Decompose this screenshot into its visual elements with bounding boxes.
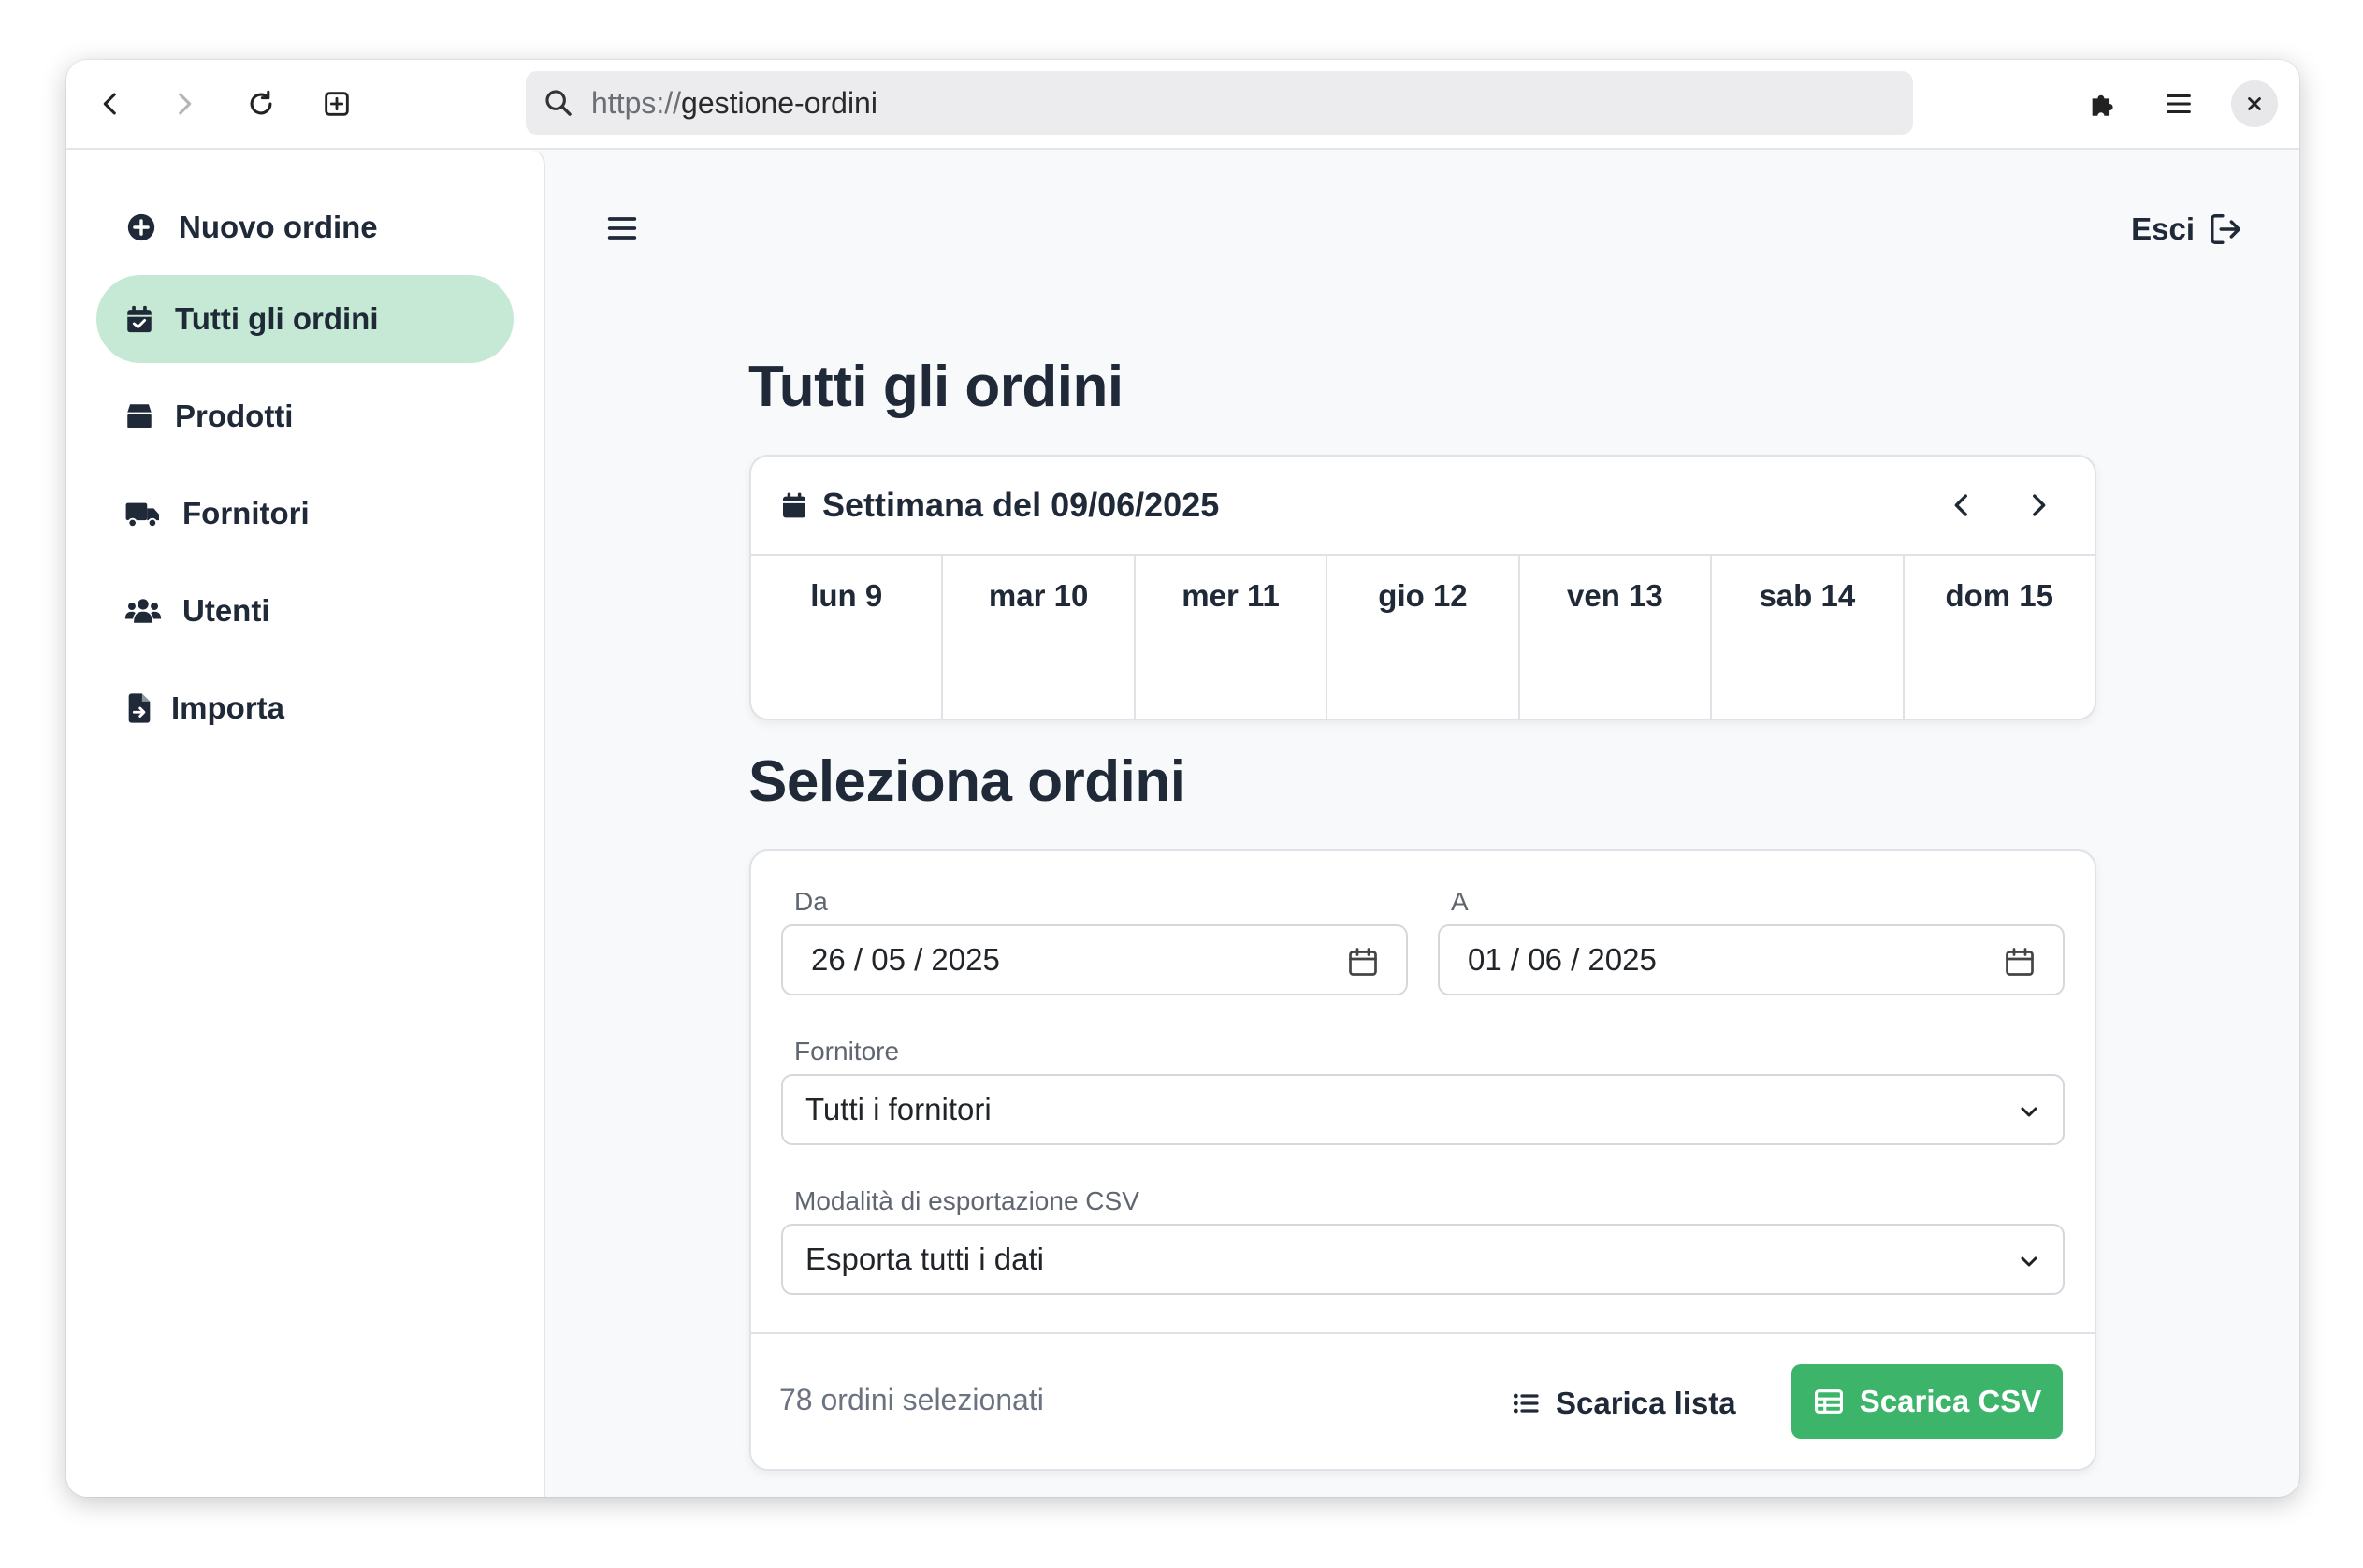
from-date-input[interactable]: 26 / 05 / 2025 xyxy=(781,924,1408,995)
table-icon xyxy=(1814,1389,1843,1414)
sidebar-item-tutti-gli-ordini[interactable]: Tutti gli ordini xyxy=(96,275,514,363)
download-list-button[interactable]: Scarica lista xyxy=(1511,1366,1736,1441)
supplier-select[interactable]: Tutti i fornitori xyxy=(781,1074,2065,1145)
sidebar-item-label: Prodotti xyxy=(175,399,294,433)
list-icon xyxy=(1513,1393,1539,1414)
new-tab-button[interactable] xyxy=(313,80,360,127)
day-cell[interactable]: sab 14 xyxy=(1712,556,1905,719)
supplier-label: Fornitore xyxy=(794,1037,900,1066)
address-bar[interactable]: https://gestione-ordini xyxy=(526,71,1913,135)
chevron-down-icon xyxy=(2021,1256,2037,1267)
chevron-left-icon xyxy=(1954,494,1967,516)
file-import-icon xyxy=(126,691,152,725)
export-mode-value: Esporta tutti i dati xyxy=(805,1241,1044,1276)
chevron-left-icon xyxy=(103,93,116,115)
new-tab-icon xyxy=(325,92,349,116)
week-days: lun 9 mar 10 mer 11 gio 12 ven 13 sab 14… xyxy=(751,556,2095,719)
reload-button[interactable] xyxy=(238,80,284,127)
logout-button[interactable]: Esci xyxy=(2131,206,2243,253)
to-date-label: A xyxy=(1451,887,1469,916)
selected-count: 78 ordini selezionati xyxy=(779,1383,1044,1416)
menu-icon xyxy=(2167,94,2191,114)
to-date-input[interactable]: 01 / 06 / 2025 xyxy=(1438,924,2065,995)
download-csv-button[interactable]: Scarica CSV xyxy=(1791,1364,2063,1439)
card-footer: 78 ordini selezionati Scarica lista Scar… xyxy=(751,1332,2095,1469)
plus-circle-icon xyxy=(124,211,158,244)
chevron-right-icon xyxy=(2033,494,2046,516)
sidebar-item-label: Nuovo ordine xyxy=(179,210,378,244)
sidebar-item-label: Importa xyxy=(171,690,285,725)
day-cell[interactable]: lun 9 xyxy=(751,556,944,719)
week-calendar-card: Settimana del 09/06/2025 lun 9 mar 10 me… xyxy=(749,455,2096,720)
download-csv-label: Scarica CSV xyxy=(1859,1384,2042,1418)
back-button[interactable] xyxy=(87,80,134,127)
close-icon xyxy=(2248,97,2261,110)
sidebar-item-label: Fornitori xyxy=(182,496,310,530)
puzzle-icon xyxy=(2092,94,2113,116)
logout-label: Esci xyxy=(2131,211,2195,246)
week-header: Settimana del 09/06/2025 xyxy=(751,457,2095,556)
sidebar-item-nuovo-ordine[interactable]: Nuovo ordine xyxy=(96,183,514,271)
export-mode-label: Modalità di esportazione CSV xyxy=(794,1186,1139,1215)
day-cell[interactable]: dom 15 xyxy=(1905,556,2095,719)
export-mode-select[interactable]: Esporta tutti i dati xyxy=(781,1224,2065,1295)
truck-icon xyxy=(123,497,164,530)
reload-icon xyxy=(250,90,272,115)
sign-out-icon xyxy=(2211,214,2240,244)
previous-week-button[interactable] xyxy=(1941,485,1982,526)
calendar-icon xyxy=(783,492,805,518)
from-date-label: Da xyxy=(794,887,828,916)
day-cell[interactable]: ven 13 xyxy=(1520,556,1713,719)
chevron-down-icon xyxy=(2021,1107,2037,1117)
browser-window: https://gestione-ordini Nuovo ordine Tut… xyxy=(66,60,2299,1497)
select-orders-card: Da 26 / 05 / 2025 A 01 / 06 / 2025 Forni… xyxy=(749,849,2096,1471)
calendar-check-icon xyxy=(123,302,156,336)
day-cell[interactable]: mar 10 xyxy=(943,556,1136,719)
url-text: https://gestione-ordini xyxy=(591,86,877,121)
box-icon xyxy=(123,399,156,433)
week-title: Settimana del 09/06/2025 xyxy=(822,486,1220,524)
to-date-value: 01 / 06 / 2025 xyxy=(1468,942,1657,977)
sidebar-item-utenti[interactable]: Utenti xyxy=(96,567,514,655)
sidebar: Nuovo ordine Tutti gli ordini Prodotti F… xyxy=(66,150,545,1497)
calendar-picker-icon[interactable] xyxy=(2003,945,2037,979)
extensions-button[interactable] xyxy=(2080,80,2126,127)
search-icon xyxy=(545,90,572,116)
browser-toolbar: https://gestione-ordini xyxy=(66,60,2299,150)
sidebar-item-label: Utenti xyxy=(182,593,270,628)
url-scheme: https:// xyxy=(591,85,682,120)
day-cell[interactable]: mer 11 xyxy=(1136,556,1328,719)
forward-button[interactable] xyxy=(161,80,208,127)
sidebar-item-importa[interactable]: Importa xyxy=(96,664,514,752)
users-icon xyxy=(123,594,164,628)
select-orders-title: Seleziona ordini xyxy=(748,749,1186,814)
chevron-right-icon xyxy=(179,93,192,115)
close-window-button[interactable] xyxy=(2231,80,2278,127)
url-host: gestione-ordini xyxy=(681,85,877,120)
sidebar-item-prodotti[interactable]: Prodotti xyxy=(96,372,514,460)
day-cell[interactable]: gio 12 xyxy=(1327,556,1520,719)
next-week-button[interactable] xyxy=(2018,485,2059,526)
page-title: Tutti gli ordini xyxy=(748,355,1124,419)
download-list-label: Scarica lista xyxy=(1556,1386,1736,1420)
sidebar-item-label: Tutti gli ordini xyxy=(175,301,379,336)
from-date-value: 26 / 05 / 2025 xyxy=(811,942,1000,977)
browser-menu-button[interactable] xyxy=(2155,80,2202,127)
toggle-sidebar-icon[interactable] xyxy=(603,210,641,247)
supplier-value: Tutti i fornitori xyxy=(805,1092,992,1126)
calendar-picker-icon[interactable] xyxy=(1346,945,1380,979)
sidebar-item-fornitori[interactable]: Fornitori xyxy=(96,470,514,558)
main-content: Esci Tutti gli ordini Settimana del 09/0… xyxy=(545,150,2299,1497)
